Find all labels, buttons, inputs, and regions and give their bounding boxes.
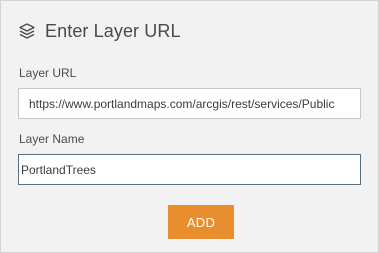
add-button[interactable]: ADD [168,205,234,239]
layer-url-label: Layer URL [19,66,77,80]
layer-name-input[interactable] [18,154,361,185]
layers-icon [18,22,36,40]
layer-url-input[interactable] [18,88,361,119]
panel-header: Enter Layer URL [18,19,181,43]
add-layer-panel: Enter Layer URL Layer URL Layer Name ADD [0,0,379,253]
panel-title: Enter Layer URL [45,20,181,41]
layer-name-label: Layer Name [19,132,85,146]
